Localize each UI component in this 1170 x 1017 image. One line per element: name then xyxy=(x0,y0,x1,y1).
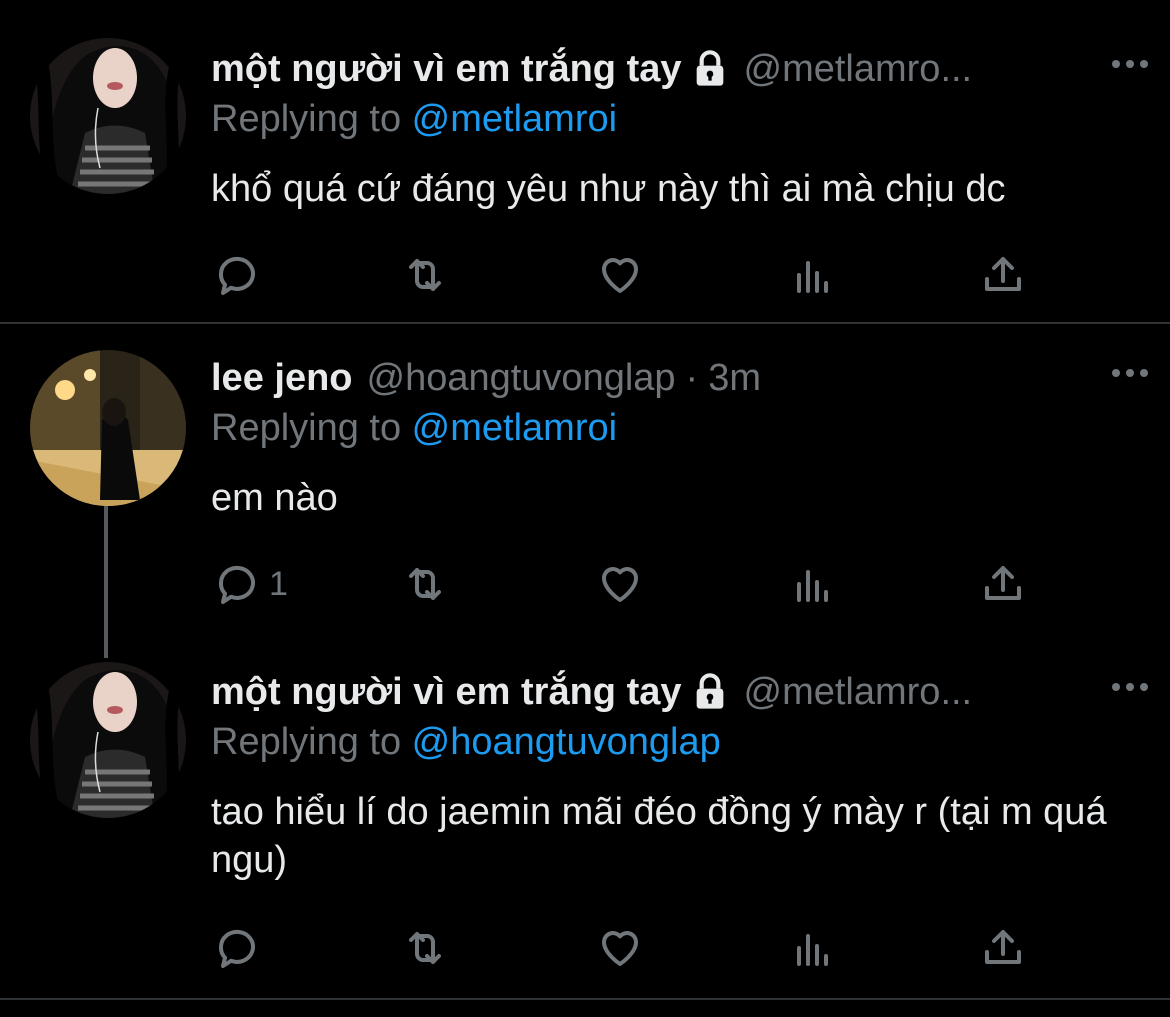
more-options-icon[interactable] xyxy=(1112,369,1148,377)
tweet-header: một người vì em trắng tay @metlamro... xyxy=(211,666,972,718)
reply-button[interactable] xyxy=(213,251,269,299)
replying-prefix: Replying to xyxy=(211,98,412,140)
replying-mention[interactable]: @metlamroi xyxy=(412,407,617,449)
more-options-icon[interactable] xyxy=(1112,60,1148,68)
share-icon xyxy=(985,257,1021,291)
analytics-button[interactable] xyxy=(789,924,837,972)
retweet-button[interactable] xyxy=(401,560,449,608)
reply-icon xyxy=(218,565,255,604)
reply-icon xyxy=(218,256,255,295)
share-icon xyxy=(985,566,1021,600)
analytics-icon xyxy=(797,934,828,966)
avatar[interactable] xyxy=(30,350,186,506)
heart-icon xyxy=(602,258,638,293)
display-name[interactable]: một người vì em trắng tay xyxy=(211,666,682,718)
like-button[interactable] xyxy=(596,560,644,608)
reply-icon xyxy=(218,929,255,968)
share-icon xyxy=(985,930,1021,964)
replying-mention[interactable]: @metlamroi xyxy=(412,98,617,140)
user-handle[interactable]: @hoangtuvonglap xyxy=(367,352,676,404)
avatar[interactable] xyxy=(30,38,186,194)
retweet-button[interactable] xyxy=(401,251,449,299)
heart-icon xyxy=(602,567,638,602)
replying-prefix: Replying to xyxy=(211,407,412,449)
replying-prefix: Replying to xyxy=(211,721,412,763)
tweet-header: lee jeno @hoangtuvonglap · 3m xyxy=(211,352,761,404)
tweet-2[interactable]: lee jeno @hoangtuvonglap · 3m Replying t… xyxy=(0,324,1170,658)
retweet-icon xyxy=(409,932,441,964)
user-handle[interactable]: @metlamro... xyxy=(744,43,973,95)
tweet-text: em nào xyxy=(211,477,338,519)
tweet-actions: 1 xyxy=(211,560,1041,610)
retweet-icon xyxy=(409,259,441,291)
tweet-text: tao hiểu lí do jaemin mãi đéo đồng ý mày… xyxy=(211,791,1107,881)
divider xyxy=(0,998,1170,1000)
analytics-icon xyxy=(797,261,828,293)
tweet-header: một người vì em trắng tay @metlamro... xyxy=(211,43,972,95)
user-handle[interactable]: @metlamro... xyxy=(744,666,973,718)
share-button[interactable] xyxy=(979,251,1027,299)
like-button[interactable] xyxy=(596,924,644,972)
tweet-1[interactable]: một người vì em trắng tay @metlamro... R… xyxy=(0,0,1170,324)
share-button[interactable] xyxy=(979,924,1027,972)
analytics-button[interactable] xyxy=(789,251,837,299)
separator-dot: · xyxy=(685,357,699,399)
reply-button[interactable] xyxy=(213,924,269,972)
lock-icon xyxy=(690,672,730,712)
tweet-text: khổ quá cứ đáng yêu như này thì ai mà ch… xyxy=(211,168,1006,210)
retweet-button[interactable] xyxy=(401,924,449,972)
replying-mention[interactable]: @hoangtuvonglap xyxy=(412,721,721,763)
analytics-icon xyxy=(797,570,828,602)
like-button[interactable] xyxy=(596,251,644,299)
heart-icon xyxy=(602,931,638,966)
tweet-actions xyxy=(211,924,1041,974)
timestamp[interactable]: 3m xyxy=(708,352,761,404)
replying-to: Replying to @metlamroi xyxy=(211,93,617,145)
tweet-actions xyxy=(211,251,1041,301)
reply-count: 1 xyxy=(269,564,288,603)
display-name[interactable]: lee jeno xyxy=(211,352,353,404)
replying-to: Replying to @metlamroi xyxy=(211,402,617,454)
analytics-button[interactable] xyxy=(789,560,837,608)
avatar[interactable] xyxy=(30,662,186,818)
reply-button[interactable]: 1 xyxy=(213,560,288,608)
tweet-3[interactable]: một người vì em trắng tay @metlamro... R… xyxy=(0,644,1170,1017)
thread-line xyxy=(104,506,108,658)
retweet-icon xyxy=(409,568,441,600)
share-button[interactable] xyxy=(979,560,1027,608)
lock-icon xyxy=(690,49,730,89)
display-name[interactable]: một người vì em trắng tay xyxy=(211,43,682,95)
replying-to: Replying to @hoangtuvonglap xyxy=(211,716,721,768)
more-options-icon[interactable] xyxy=(1112,683,1148,691)
